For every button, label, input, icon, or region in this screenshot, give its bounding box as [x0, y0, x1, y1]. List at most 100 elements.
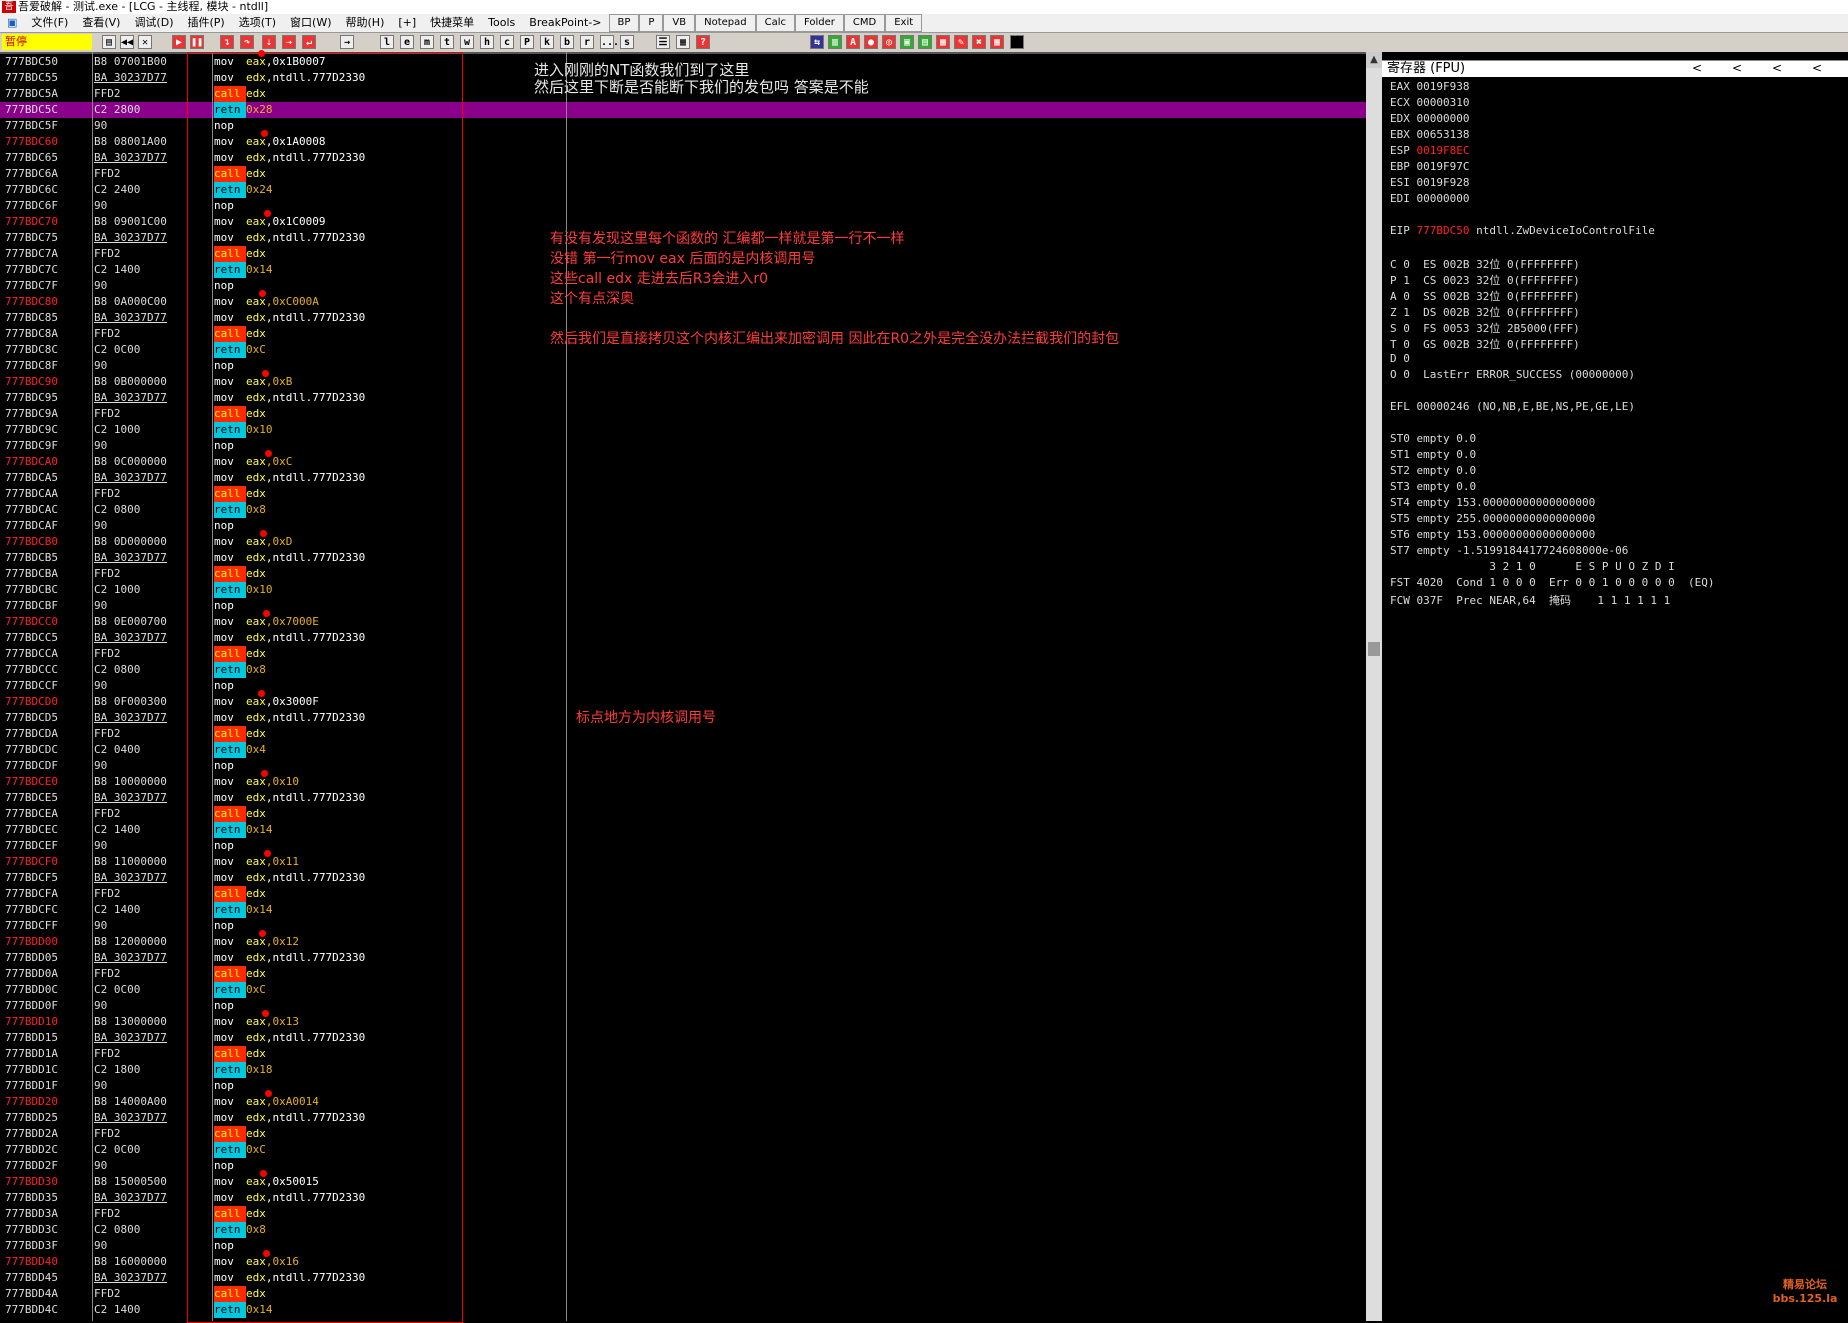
disassembly-scrollbar[interactable]: ▲: [1366, 52, 1382, 1321]
column-divider-hex[interactable]: [92, 52, 93, 1321]
toolbar-letter-button[interactable]: l: [380, 35, 394, 49]
step-over-icon[interactable]: ↷: [240, 35, 254, 49]
memory-icon[interactable]: ▣: [900, 35, 914, 49]
toolbar-letter-button[interactable]: k: [540, 35, 554, 49]
register-line[interactable]: D 0: [1390, 352, 1410, 365]
bars-icon[interactable]: ▥: [828, 35, 842, 49]
toolbar-letter-button[interactable]: m: [420, 35, 434, 49]
register-line[interactable]: ST1 empty 0.0: [1390, 448, 1476, 461]
toolbar-letter-button[interactable]: c: [500, 35, 514, 49]
open-icon[interactable]: ▤: [102, 35, 116, 49]
register-line[interactable]: EBP 0019F97C: [1390, 160, 1469, 173]
menu-item[interactable]: 文件(F): [24, 14, 75, 32]
register-line[interactable]: ESP 0019F8EC: [1390, 144, 1469, 157]
register-line[interactable]: O 0 LastErr ERROR_SUCCESS (00000000): [1390, 368, 1635, 381]
menu-item[interactable]: BreakPoint->: [522, 14, 608, 32]
register-line[interactable]: 3 2 1 0 E S P U O Z D I: [1390, 560, 1674, 573]
toolbar-letter-button[interactable]: w: [460, 35, 474, 49]
register-line[interactable]: EIP 777BDC50 ntdll.ZwDeviceIoControlFile: [1390, 224, 1655, 237]
quick-button[interactable]: Notepad: [695, 14, 756, 32]
registers-pane[interactable]: 寄存器 (FPU) < < < < EAX 0019F938 ECX 000003…: [1382, 52, 1848, 1321]
register-line[interactable]: A 0 SS 002B 32位 0(FFFFFFFF): [1390, 288, 1580, 304]
pause-icon[interactable]: ❚❚: [190, 35, 204, 49]
scroll-up-arrow-icon[interactable]: ▲: [1366, 52, 1382, 68]
quick-button[interactable]: CMD: [843, 14, 886, 32]
quick-button[interactable]: VB: [663, 14, 696, 32]
register-line[interactable]: ST4 empty 153.00000000000000000: [1390, 496, 1595, 509]
register-line[interactable]: ST3 empty 0.0: [1390, 480, 1476, 493]
quick-button[interactable]: Folder: [795, 14, 844, 32]
register-line[interactable]: Z 1 DS 002B 32位 0(FFFFFFFF): [1390, 304, 1580, 320]
rewind-icon[interactable]: ◀◀: [120, 35, 134, 49]
grid-icon[interactable]: ▦: [676, 35, 690, 49]
record-icon[interactable]: ●: [864, 35, 878, 49]
register-line[interactable]: ESI 0019F928: [1390, 176, 1469, 189]
menu-item[interactable]: 插件(P): [181, 14, 232, 32]
registers-nav-3-icon[interactable]: <: [1772, 61, 1782, 75]
menu-item[interactable]: 窗口(W): [283, 14, 338, 32]
register-line[interactable]: ECX 00000310: [1390, 96, 1469, 109]
trace-into-icon[interactable]: ⇣: [262, 35, 276, 49]
register-line[interactable]: P 1 CS 0023 32位 0(FFFFFFFF): [1390, 272, 1580, 288]
toolbar-letter-button[interactable]: P: [520, 35, 534, 49]
target-icon[interactable]: ◎: [882, 35, 896, 49]
menu-item[interactable]: 调试(D): [127, 14, 180, 32]
toolbar-letter-button[interactable]: s: [620, 35, 634, 49]
goto-icon[interactable]: →: [340, 35, 354, 49]
view-icon[interactable]: ▤: [918, 35, 932, 49]
scroll-thumb[interactable]: [1368, 642, 1380, 656]
register-line[interactable]: T 0 GS 002B 32位 0(FFFFFFFF): [1390, 336, 1580, 352]
row-hex: B8 16000000: [94, 1255, 167, 1268]
register-line[interactable]: ST6 empty 153.00000000000000000: [1390, 528, 1595, 541]
register-line[interactable]: ST7 empty -1.5199184417724608000e-06: [1390, 544, 1628, 557]
execute-till-return-icon[interactable]: ↵: [302, 35, 316, 49]
unpack-icon[interactable]: ▦: [990, 35, 1004, 49]
register-line[interactable]: ST0 empty 0.0: [1390, 432, 1476, 445]
toolbar-letter-button[interactable]: t: [440, 35, 454, 49]
quick-button[interactable]: P: [639, 14, 664, 32]
list-icon[interactable]: ☰: [656, 35, 670, 49]
register-line[interactable]: ST5 empty 255.00000000000000000: [1390, 512, 1595, 525]
menu-item[interactable]: 帮助(H): [339, 14, 392, 32]
menu-item[interactable]: 选项(T): [232, 14, 283, 32]
menu-item[interactable]: 查看(V): [75, 14, 127, 32]
trace-over-icon[interactable]: ⇢: [282, 35, 296, 49]
quick-button[interactable]: BP: [608, 14, 640, 32]
blank-icon[interactable]: [1010, 35, 1024, 49]
register-line[interactable]: EAX 0019F938: [1390, 80, 1469, 93]
menu-item[interactable]: 快捷菜单: [423, 14, 481, 32]
help-icon[interactable]: ?: [696, 35, 710, 49]
registers-nav-2-icon[interactable]: <: [1732, 61, 1742, 75]
register-line[interactable]: EFL 00000246 (NO,NB,E,BE,NS,PE,GE,LE): [1390, 400, 1635, 413]
register-line[interactable]: S 0 FS 0053 32位 2B5000(FFF): [1390, 320, 1580, 336]
toolbar-letter-button[interactable]: h: [480, 35, 494, 49]
kill-icon[interactable]: ✖: [972, 35, 986, 49]
toolbar-letter-button[interactable]: e: [400, 35, 414, 49]
register-line[interactable]: C 0 ES 002B 32位 0(FFFFFFFF): [1390, 256, 1580, 272]
menu-item[interactable]: [+]: [391, 14, 423, 32]
step-into-icon[interactable]: ↴: [220, 35, 234, 49]
toolbar-letter-button[interactable]: ...: [600, 35, 619, 49]
quick-button[interactable]: Calc: [755, 14, 796, 32]
close-icon[interactable]: ✕: [138, 35, 152, 49]
register-line[interactable]: FCW 037F Prec NEAR,64 掩码 1 1 1 1 1 1: [1390, 592, 1670, 608]
registers-nav-4-icon[interactable]: <: [1812, 61, 1822, 75]
toolbar-letter-button[interactable]: r: [580, 35, 594, 49]
quick-button[interactable]: Exit: [885, 14, 923, 32]
register-line[interactable]: ST2 empty 0.0: [1390, 464, 1476, 477]
table-icon[interactable]: ▦: [936, 35, 950, 49]
register-line[interactable]: EBX 00653138: [1390, 128, 1469, 141]
row-address: 777BDD45: [5, 1271, 58, 1284]
row-hex: B8 0A000C00: [94, 295, 167, 308]
register-line[interactable]: EDI 00000000: [1390, 192, 1469, 205]
menu-item[interactable]: Tools: [481, 14, 522, 32]
edit-icon[interactable]: ✎: [954, 35, 968, 49]
register-line[interactable]: FST 4020 Cond 1 0 0 0 Err 0 0 1 0 0 0 0 …: [1390, 576, 1715, 589]
registers-nav-1-icon[interactable]: <: [1692, 61, 1702, 75]
register-line[interactable]: EDX 00000000: [1390, 112, 1469, 125]
toolbar-letter-button[interactable]: b: [560, 35, 574, 49]
font-icon[interactable]: A: [846, 35, 860, 49]
menu-app-icon[interactable]: ▣: [0, 14, 24, 32]
switch-icon[interactable]: ⇆: [810, 35, 824, 49]
run-icon[interactable]: ▶: [172, 35, 186, 49]
